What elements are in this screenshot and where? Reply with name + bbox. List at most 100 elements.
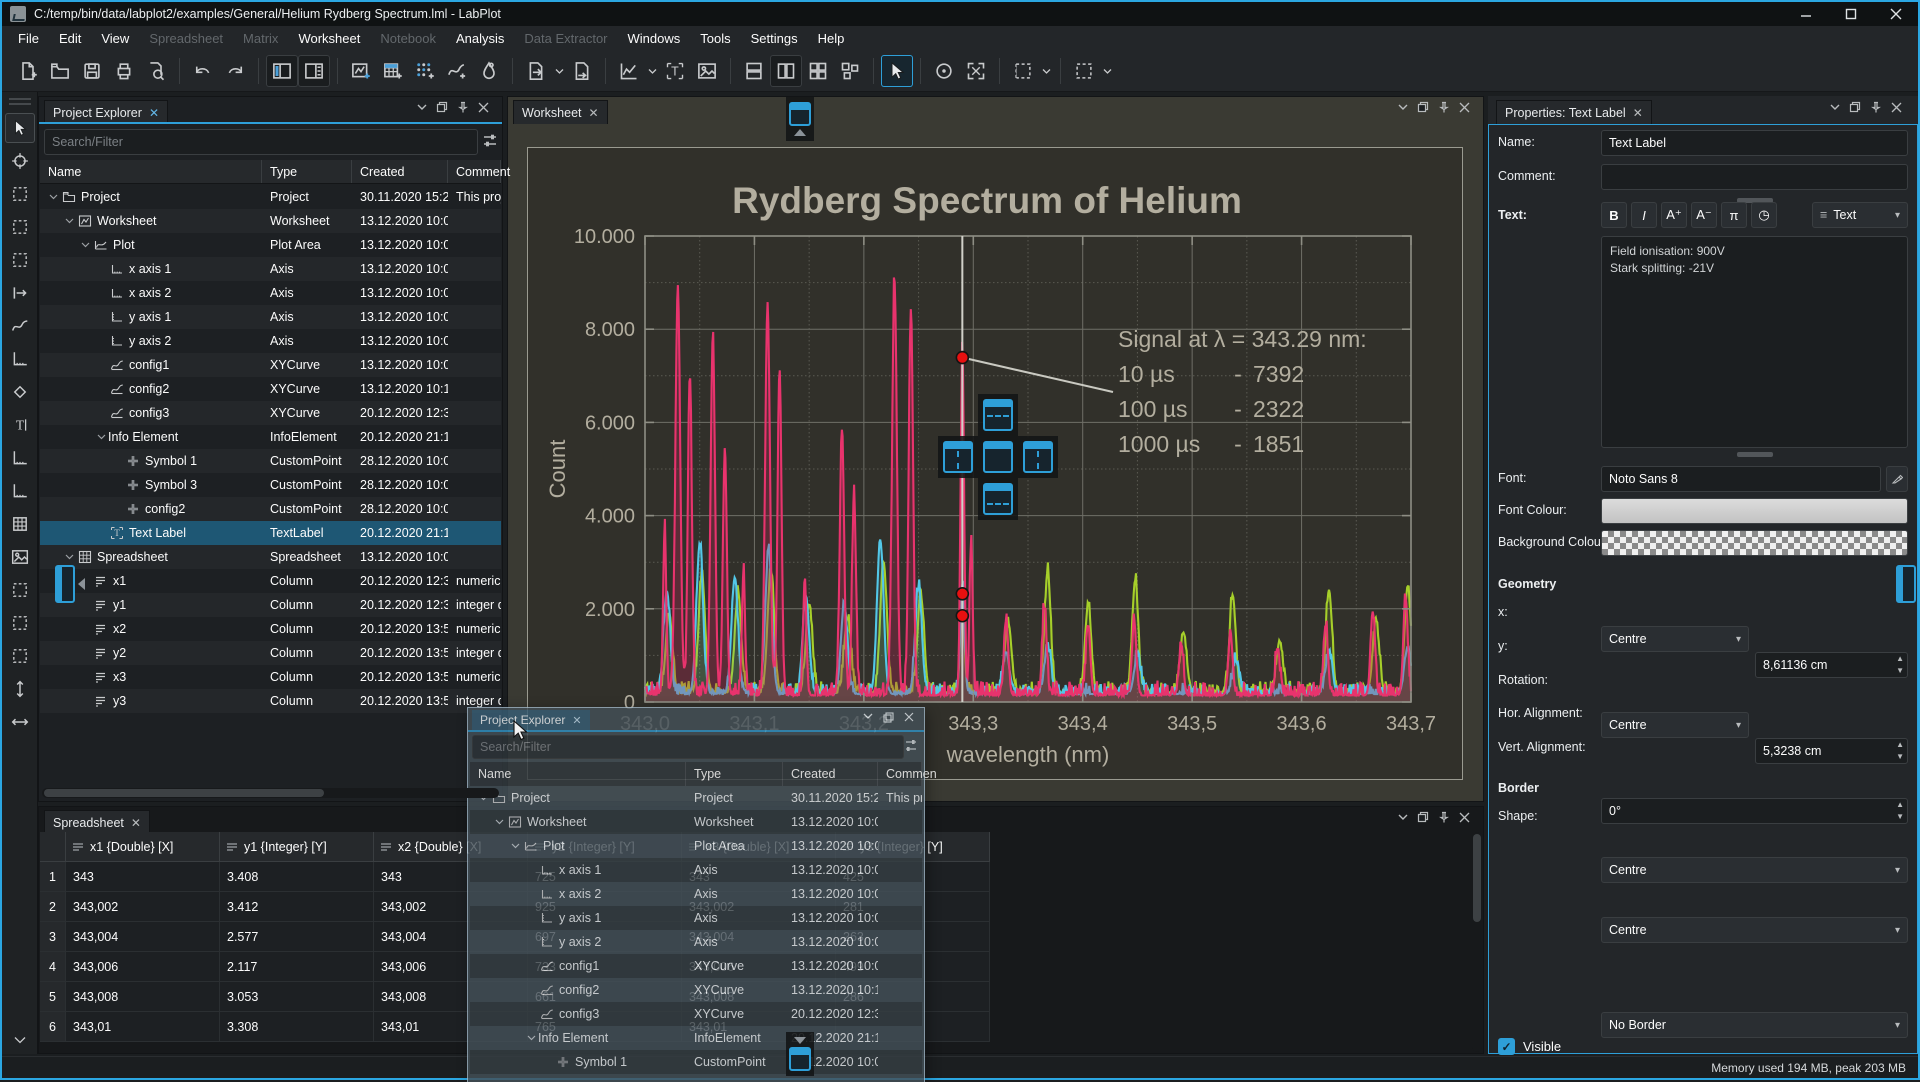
left-tool-axis-L[interactable] bbox=[5, 443, 35, 473]
tree-row-text-label[interactable]: TText LabelTextLabel20.12.2020 21:13 bbox=[40, 521, 501, 545]
left-tool-dashed-box[interactable] bbox=[5, 179, 35, 209]
rotation-spinbox[interactable]: 0°▲▼ bbox=[1601, 798, 1908, 824]
floating-tree-row-worksheet[interactable]: WorksheetWorksheet13.12.2020 10:01 bbox=[470, 810, 922, 834]
matrix-new-button[interactable] bbox=[409, 55, 441, 87]
left-toolbar-overflow-chevron[interactable] bbox=[12, 1032, 28, 1048]
search-filter-input[interactable]: Search/Filter bbox=[44, 129, 478, 155]
tree-row-x-axis-1[interactable]: x axis 1Axis13.12.2020 10:01 bbox=[40, 257, 501, 281]
x-value-spinbox[interactable]: 8,61136 cm▲▼ bbox=[1755, 652, 1908, 678]
tab-close-icon[interactable]: ✕ bbox=[589, 106, 599, 120]
toolbar-grip[interactable] bbox=[9, 98, 31, 105]
lay-h-button[interactable] bbox=[770, 55, 802, 87]
spreadsheet-cell[interactable]: 343,002 bbox=[66, 892, 220, 922]
row-number[interactable]: 4 bbox=[40, 952, 66, 982]
datetime-button[interactable]: ◷ bbox=[1751, 202, 1777, 228]
dock-menu-icon[interactable] bbox=[1398, 103, 1408, 111]
floating-column-header-name[interactable]: Name bbox=[470, 762, 686, 786]
tree-row-config1[interactable]: config1XYCurve13.12.2020 10:09 bbox=[40, 353, 501, 377]
minimize-button[interactable] bbox=[1783, 2, 1828, 26]
dock-float-icon[interactable] bbox=[436, 101, 448, 113]
spreadsheet-cell[interactable]: 2.117 bbox=[220, 952, 374, 982]
spreadsheet-column-header-2[interactable]: y1 {Integer} [Y] bbox=[220, 832, 374, 862]
tree-row-plot[interactable]: PlotPlot Area13.12.2020 10:01 bbox=[40, 233, 501, 257]
panel-left-button[interactable] bbox=[266, 55, 298, 87]
print-button[interactable] bbox=[108, 55, 140, 87]
droplet-button[interactable] bbox=[473, 55, 505, 87]
project-explorer-hscrollbar[interactable] bbox=[42, 788, 499, 798]
tree-row-y-axis-2[interactable]: y axis 2Axis13.12.2020 10:01 bbox=[40, 329, 501, 353]
tree-row-symbol-3[interactable]: Symbol 3CustomPoint28.12.2020 10:06 bbox=[40, 473, 501, 497]
floating-tree-row-project[interactable]: ProjectProject30.11.2020 15:23This proje bbox=[470, 786, 922, 810]
tree-row-x2[interactable]: x2Column20.12.2020 13:55numerical bbox=[40, 617, 501, 641]
y-position-dropdown[interactable]: Centre▾ bbox=[1601, 712, 1749, 738]
left-tool-dashed-box[interactable] bbox=[5, 245, 35, 275]
pointer-button[interactable] bbox=[881, 55, 913, 87]
custom-point-marker[interactable] bbox=[956, 352, 968, 364]
italic-button[interactable]: I bbox=[1631, 202, 1657, 228]
floating-filter-icon[interactable] bbox=[904, 738, 918, 754]
tab-close-icon[interactable]: ✕ bbox=[149, 106, 159, 120]
column-header-comment[interactable]: Comment bbox=[448, 160, 501, 183]
print-preview-button[interactable] bbox=[140, 55, 172, 87]
left-tool-axis-L[interactable] bbox=[5, 344, 35, 374]
left-tool-dashed-box[interactable] bbox=[5, 641, 35, 671]
floating-dock-buttons[interactable] bbox=[863, 712, 914, 723]
dock-pin-icon[interactable] bbox=[457, 101, 469, 113]
tree-row-config2[interactable]: config2CustomPoint28.12.2020 10:06 bbox=[40, 497, 501, 521]
floating-tree-row-symbol-1[interactable]: Symbol 1CustomPoint28.12.2020 10:06 bbox=[470, 1050, 922, 1074]
font-picker-icon[interactable] bbox=[1886, 466, 1908, 492]
dock-close-icon[interactable] bbox=[1459, 102, 1470, 113]
column-header-created[interactable]: Created bbox=[352, 160, 448, 183]
row-number[interactable]: 3 bbox=[40, 922, 66, 952]
spreadsheet-cell[interactable]: 3.408 bbox=[220, 862, 374, 892]
lay-break-button[interactable] bbox=[834, 55, 866, 87]
spreadsheet-cell[interactable]: 343,008 bbox=[66, 982, 220, 1012]
spreadsheet-cell[interactable]: 3.053 bbox=[220, 982, 374, 1012]
left-tool-diamond[interactable] bbox=[5, 377, 35, 407]
zoom-expand-button[interactable] bbox=[960, 55, 992, 87]
tree-row-x3[interactable]: x3Column20.12.2020 13:56numerical bbox=[40, 665, 501, 689]
text-mode-dropdown[interactable]: ≡Text▾ bbox=[1812, 202, 1908, 228]
text-content-editor[interactable]: Field ionisation: 900V Stark splitting: … bbox=[1601, 236, 1908, 448]
info-element-label[interactable]: Signal at λ = 343.29 nm: 10 µs-7392100 µ… bbox=[1118, 322, 1408, 462]
doc-forward-button[interactable] bbox=[566, 55, 598, 87]
tree-row-y1[interactable]: y1Column20.12.2020 12:39integer da bbox=[40, 593, 501, 617]
chart-box-dropdown-chevron[interactable] bbox=[645, 55, 659, 87]
panel-right-button[interactable] bbox=[298, 55, 330, 87]
splitter-handle[interactable] bbox=[1737, 452, 1773, 457]
spreadsheet-vscrollbar[interactable] bbox=[1472, 832, 1482, 1052]
custom-point-marker[interactable] bbox=[956, 610, 968, 622]
expand-chevron-icon[interactable] bbox=[78, 242, 92, 248]
spreadsheet-cell[interactable]: 343,004 bbox=[66, 922, 220, 952]
tree-row-symbol-1[interactable]: Symbol 1CustomPoint28.12.2020 10:06 bbox=[40, 449, 501, 473]
left-tool-grid[interactable] bbox=[5, 509, 35, 539]
tab-close-icon[interactable]: ✕ bbox=[1633, 106, 1643, 120]
folder-open-button[interactable] bbox=[44, 55, 76, 87]
tree-row-info-element[interactable]: Info ElementInfoElement20.12.2020 21:15 bbox=[40, 425, 501, 449]
floating-column-header-commen[interactable]: Commen bbox=[878, 762, 922, 786]
tree-row-y2[interactable]: y2Column20.12.2020 13:55integer da bbox=[40, 641, 501, 665]
lay-grid-button[interactable] bbox=[802, 55, 834, 87]
floating-tree-row-config3[interactable]: config3XYCurve20.12.2020 12:39 bbox=[470, 1002, 922, 1026]
save-button[interactable] bbox=[76, 55, 108, 87]
menu-tools[interactable]: Tools bbox=[690, 28, 740, 49]
tree-row-x1[interactable]: x1Column20.12.2020 12:39numerical bbox=[40, 569, 501, 593]
tree-row-y3[interactable]: y3Column20.12.2020 13:56integer da bbox=[40, 689, 501, 713]
undo-button[interactable] bbox=[187, 55, 219, 87]
dashed-box2-dropdown-chevron[interactable] bbox=[1100, 55, 1114, 87]
floating-tree-row-plot[interactable]: PlotPlot Area13.12.2020 10:01 bbox=[470, 834, 922, 858]
filter-settings-icon[interactable] bbox=[482, 132, 498, 150]
tree-row-worksheet[interactable]: WorksheetWorksheet13.12.2020 10:01 bbox=[40, 209, 501, 233]
tab-project-explorer[interactable]: Project Explorer ✕ bbox=[44, 100, 168, 124]
tab-spreadsheet[interactable]: Spreadsheet ✕ bbox=[44, 810, 150, 834]
left-tool-expand-h[interactable] bbox=[5, 707, 35, 737]
spreadsheet-cell[interactable]: 343,01 bbox=[66, 1012, 220, 1042]
floating-column-header-created[interactable]: Created bbox=[783, 762, 878, 786]
floating-tree-row-x-axis-2[interactable]: x axis 2Axis13.12.2020 10:01 bbox=[470, 882, 922, 906]
row-number[interactable]: 5 bbox=[40, 982, 66, 1012]
dock-menu-icon[interactable] bbox=[1398, 813, 1408, 821]
spreadsheet-column-header-1[interactable]: x1 {Double} [X] bbox=[66, 832, 220, 862]
menu-help[interactable]: Help bbox=[808, 28, 855, 49]
chart-box-button[interactable] bbox=[613, 55, 645, 87]
dashed-box-button[interactable] bbox=[1068, 55, 1100, 87]
